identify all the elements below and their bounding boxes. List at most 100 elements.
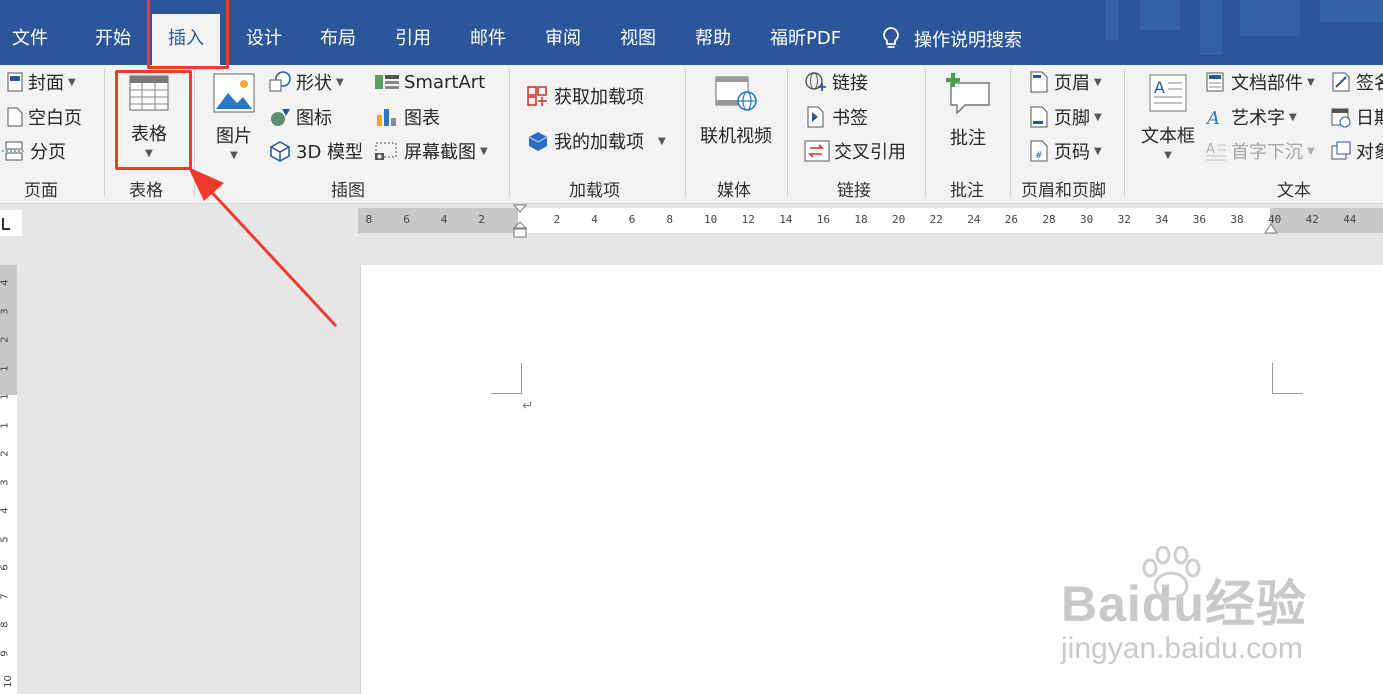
tab-foxit-pdf[interactable]: 福昕PDF bbox=[766, 26, 845, 52]
wordart-label: 艺术字 bbox=[1231, 108, 1285, 129]
group-label-comments: 批注 bbox=[950, 181, 984, 201]
textbox-label: 文本框 bbox=[1141, 126, 1195, 147]
ruler-tick: 18 bbox=[854, 213, 868, 226]
tell-me-search[interactable]: 操作说明搜索 bbox=[882, 26, 1022, 52]
footer-button[interactable]: 页脚 ▼ bbox=[1028, 104, 1102, 130]
document-page[interactable]: ↵ Baidu经验 jingyan.baidu.com bbox=[360, 265, 1383, 694]
bookmark-button[interactable]: 书签 bbox=[804, 104, 868, 130]
tab-references[interactable]: 引用 bbox=[391, 26, 435, 52]
smartart-button[interactable]: SmartArt bbox=[374, 69, 485, 95]
drop-cap-button[interactable]: A 首字下沉 ▼ bbox=[1205, 138, 1315, 164]
horizontal-ruler[interactable]: 8 6 4 2 2 4 6 8 10 12 14 16 18 20 22 24 26 28 30 32 34 36 38 40… bbox=[358, 204, 1383, 238]
tab-view[interactable]: 视图 bbox=[616, 26, 660, 52]
ruler-tick: 7 bbox=[0, 592, 11, 600]
watermark-url: jingyan.baidu.com bbox=[1061, 632, 1303, 665]
ruler-tick: 4 bbox=[591, 213, 598, 226]
new-comment-button[interactable]: 批注 bbox=[942, 71, 994, 150]
quick-parts-icon bbox=[1206, 72, 1224, 92]
group-label-header-footer: 页眉和页脚 bbox=[1021, 181, 1106, 201]
cross-reference-label: 交叉引用 bbox=[834, 142, 906, 163]
date-time-button[interactable]: 日期 bbox=[1330, 104, 1383, 130]
link-label: 链接 bbox=[832, 73, 868, 94]
my-addins-label: 我的加载项 bbox=[554, 132, 644, 153]
paragraph-mark: ↵ bbox=[522, 398, 534, 414]
indent-marker[interactable] bbox=[513, 204, 527, 238]
ruler-tick: 9 bbox=[0, 649, 11, 657]
paw-icon bbox=[1142, 546, 1201, 601]
ruler-tick: 6 bbox=[0, 564, 11, 571]
textbox-button[interactable]: A 文本框 ▼ bbox=[1138, 73, 1198, 161]
group-label-links: 链接 bbox=[837, 181, 871, 201]
titlebar-decoration bbox=[1105, 0, 1119, 40]
lightbulb-icon bbox=[883, 27, 899, 48]
ruler-tick: 10 bbox=[704, 213, 718, 226]
signature-line-button[interactable]: 签名 bbox=[1330, 69, 1383, 95]
cross-reference-button[interactable]: 交叉引用 bbox=[804, 138, 906, 164]
header-icon bbox=[1030, 71, 1048, 93]
online-video-icon bbox=[715, 76, 757, 111]
group-label-addins: 加载项 bbox=[569, 181, 620, 201]
quick-parts-button[interactable]: 文档部件 ▼ bbox=[1205, 69, 1315, 95]
titlebar-decoration bbox=[1140, 0, 1180, 30]
get-addins-label: 获取加载项 bbox=[554, 87, 644, 108]
get-addins-button[interactable]: 获取加载项 bbox=[526, 83, 644, 109]
date-time-label: 日期 bbox=[1356, 108, 1383, 129]
chevron-down-icon: ▼ bbox=[1289, 111, 1297, 123]
ruler-tick: 1 bbox=[0, 421, 11, 429]
ruler-tick: 16 bbox=[816, 213, 831, 226]
ruler-tick: 6 bbox=[628, 213, 636, 226]
titlebar-decoration bbox=[1200, 0, 1222, 55]
online-video-button[interactable]: 联机视频 bbox=[698, 73, 774, 148]
group-divider bbox=[1010, 69, 1011, 197]
svg-text:A: A bbox=[1205, 108, 1220, 128]
tab-mailings[interactable]: 邮件 bbox=[466, 26, 510, 52]
ruler-tick: 34 bbox=[1155, 213, 1169, 226]
ruler-tick: 30 bbox=[1080, 213, 1094, 226]
ruler-tick: 1 bbox=[0, 393, 11, 400]
page-number-button[interactable]: # 页码 ▼ bbox=[1028, 138, 1102, 164]
group-divider bbox=[685, 69, 686, 197]
chart-button[interactable]: 图表 bbox=[374, 104, 440, 130]
ruler-tick: 40 bbox=[1268, 213, 1282, 226]
ruler-tick: 14 bbox=[779, 213, 793, 226]
ruler-tick: 2 bbox=[478, 213, 486, 226]
screenshot-button[interactable]: 屏幕截图 ▼ bbox=[374, 138, 488, 164]
chevron-down-icon: ▼ bbox=[1094, 76, 1102, 88]
ruler-tick: 8 bbox=[0, 621, 11, 628]
chevron-down-icon: ▼ bbox=[1307, 76, 1315, 88]
textbox-icon: A bbox=[1149, 74, 1187, 112]
ruler-tick: 1 bbox=[0, 364, 11, 372]
link-button[interactable]: 链接 bbox=[804, 69, 868, 95]
chevron-down-icon: ▼ bbox=[1164, 150, 1172, 161]
chevron-down-icon: ▼ bbox=[1094, 111, 1102, 123]
page-number-label: 页码 bbox=[1054, 142, 1090, 163]
header-button[interactable]: 页眉 ▼ bbox=[1028, 69, 1102, 95]
smartart-label: SmartArt bbox=[404, 71, 486, 93]
header-label: 页眉 bbox=[1054, 73, 1090, 94]
screenshot-label: 屏幕截图 bbox=[404, 142, 476, 163]
wordart-button[interactable]: A 艺术字 ▼ bbox=[1205, 104, 1297, 130]
signature-label: 签名 bbox=[1356, 73, 1383, 94]
tab-help[interactable]: 帮助 bbox=[691, 26, 735, 52]
ruler-tick: 6 bbox=[403, 213, 410, 226]
screenshot-icon bbox=[375, 142, 397, 160]
ruler-right-margin bbox=[1270, 208, 1383, 233]
tell-me-label: 操作说明搜索 bbox=[914, 30, 1022, 51]
ruler-tick: 12 bbox=[741, 213, 755, 226]
chevron-down-icon: ▼ bbox=[1094, 145, 1102, 157]
ruler-tick: 36 bbox=[1192, 213, 1207, 226]
tab-review[interactable]: 审阅 bbox=[541, 26, 585, 52]
ruler-tick: 2 bbox=[0, 450, 11, 457]
baidu-watermark: Baidu经验 jingyan.baidu.com bbox=[1061, 540, 1307, 666]
online-video-label: 联机视频 bbox=[700, 126, 772, 147]
object-button[interactable]: 对象 bbox=[1330, 138, 1383, 164]
signature-icon bbox=[1332, 72, 1350, 92]
ruler-tick: 2 bbox=[553, 213, 561, 226]
addin-store-icon bbox=[527, 86, 547, 106]
margin-corner-mark bbox=[491, 363, 522, 394]
chart-label: 图表 bbox=[404, 108, 440, 129]
ruler-tick: 44 bbox=[1343, 213, 1357, 226]
comment-icon bbox=[946, 73, 990, 115]
my-addins-button[interactable]: 我的加载项 ▼ bbox=[526, 128, 666, 154]
titlebar-decoration bbox=[1240, 0, 1300, 36]
